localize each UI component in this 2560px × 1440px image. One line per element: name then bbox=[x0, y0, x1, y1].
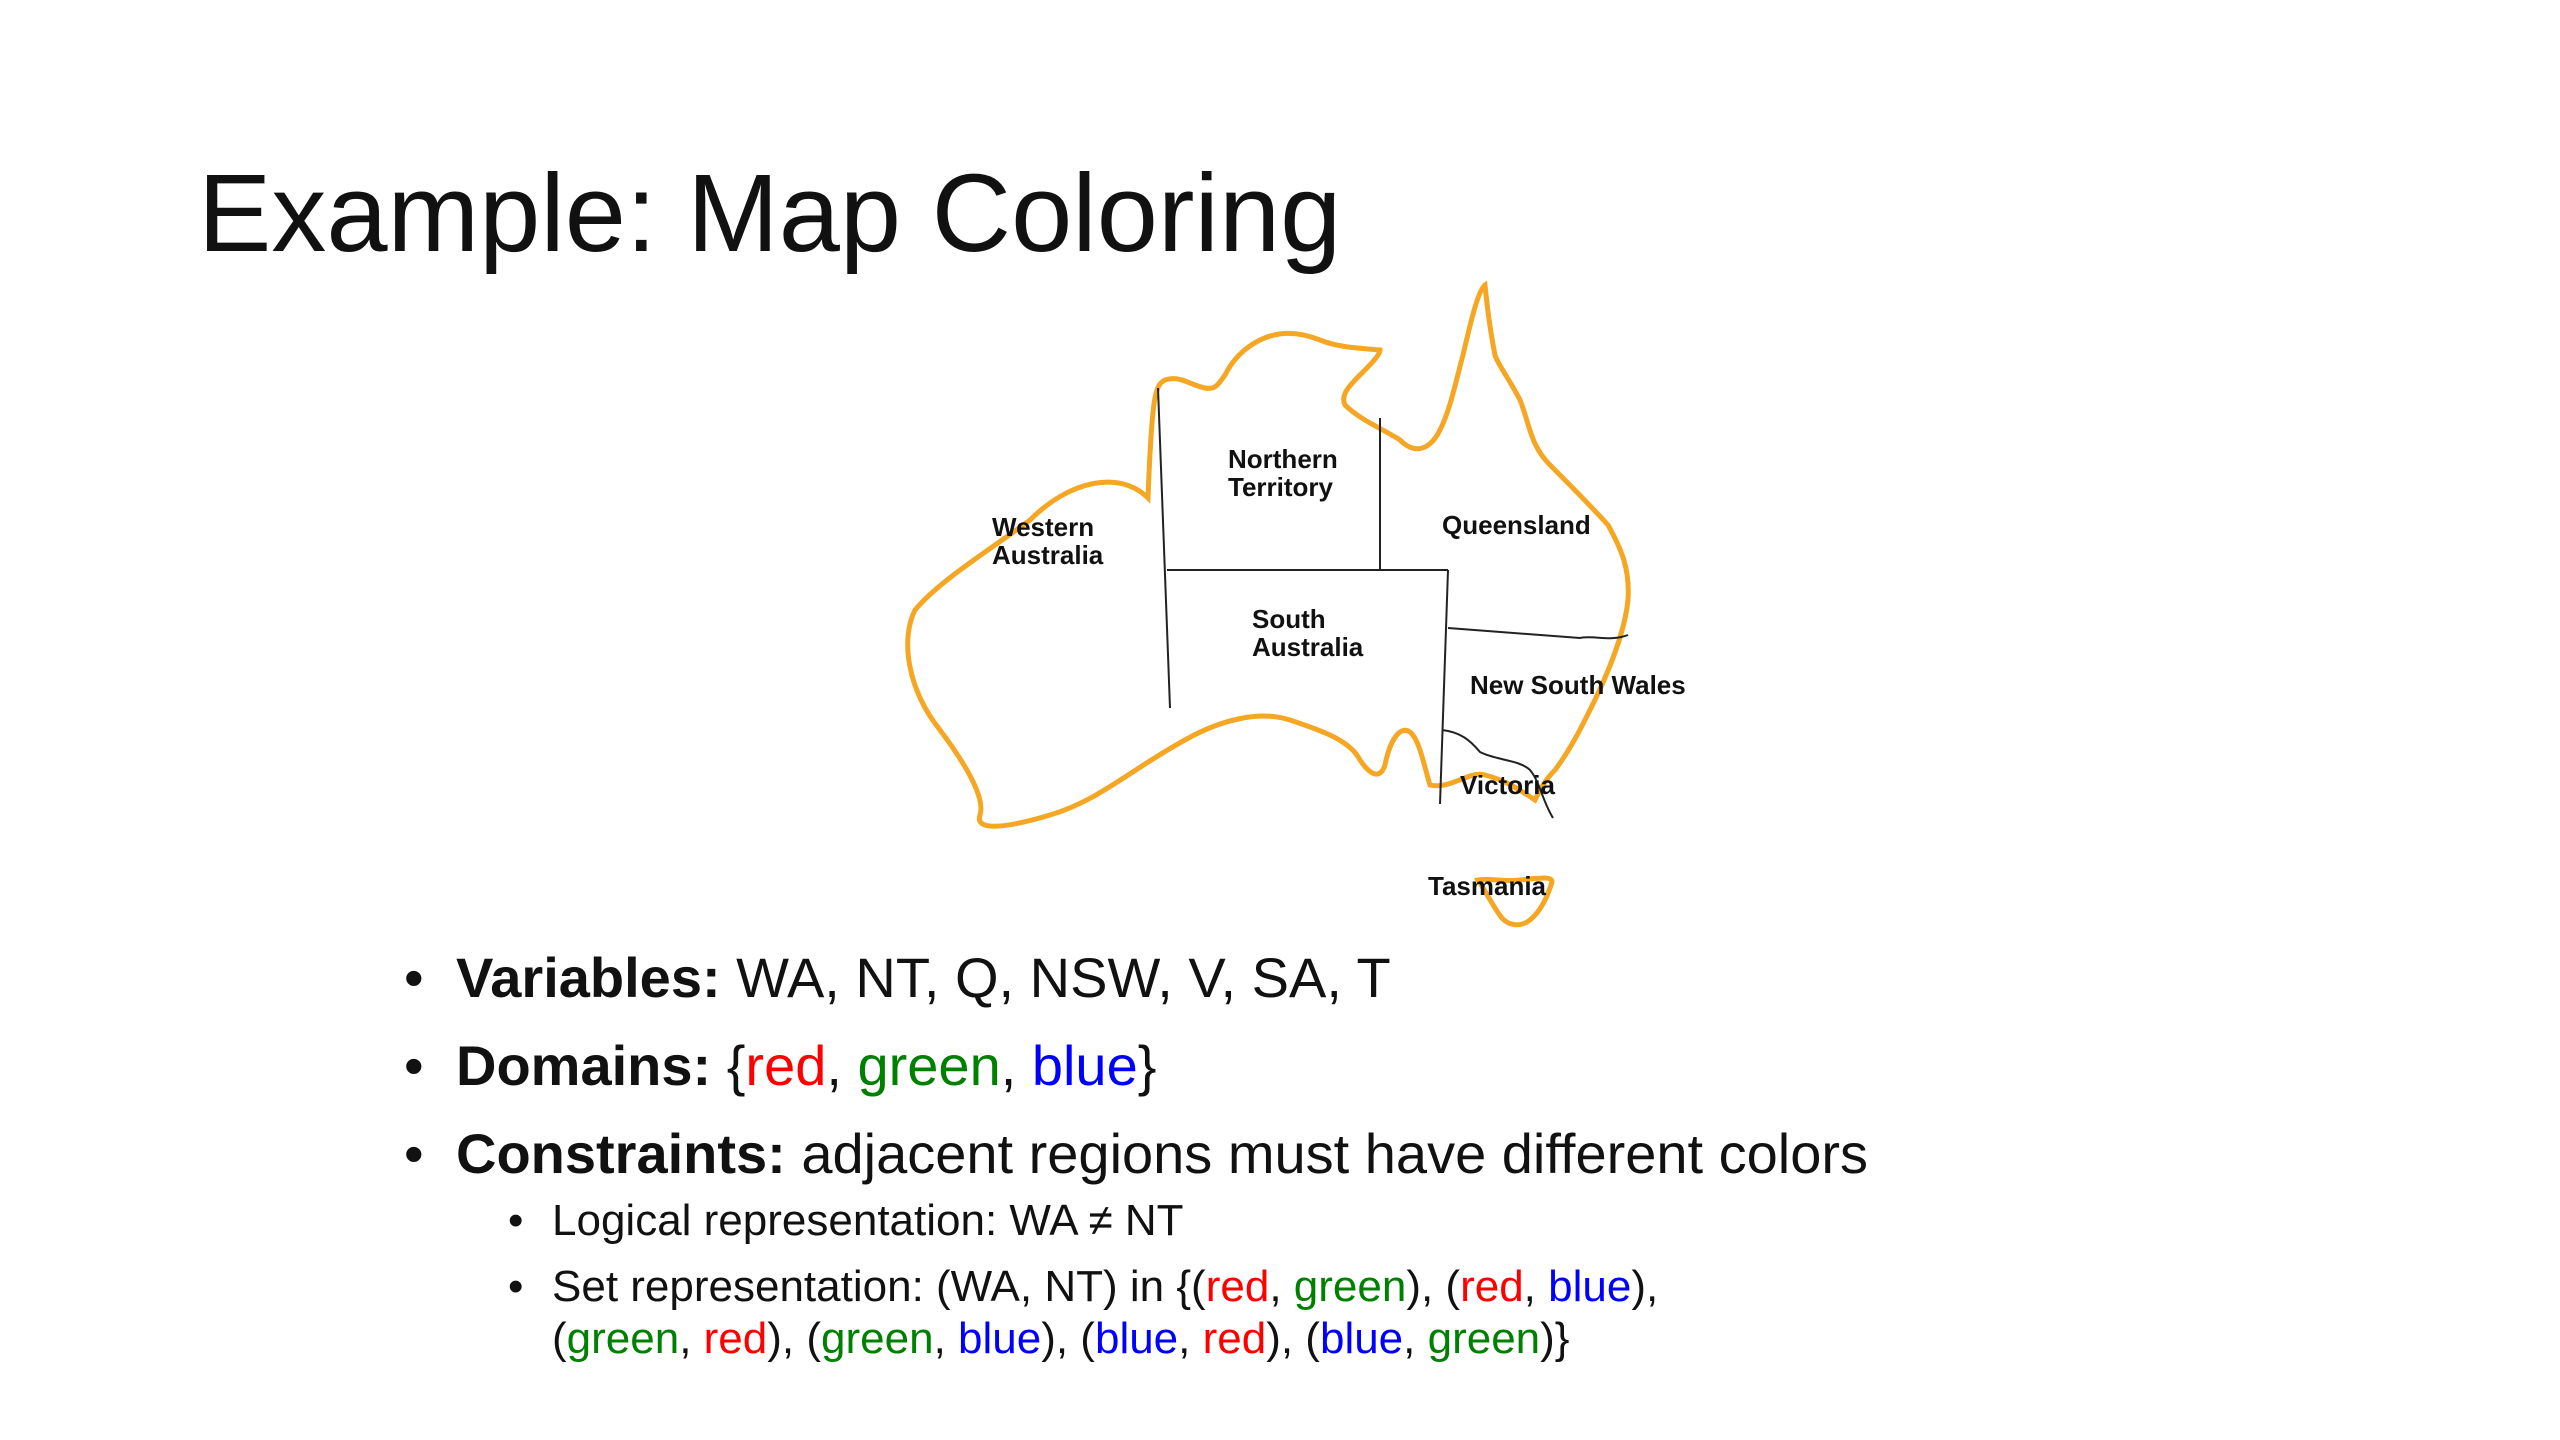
pair1-b: green bbox=[1293, 1262, 1407, 1311]
pair6-close: )} bbox=[1540, 1314, 1570, 1363]
label-queensland: Queensland bbox=[1442, 510, 1591, 540]
australia-map: Western Australia Northern Territory Que… bbox=[880, 270, 1700, 950]
domain-red: red bbox=[745, 1034, 827, 1097]
domains-close: } bbox=[1137, 1034, 1157, 1097]
constraints-text: adjacent regions must have different col… bbox=[785, 1122, 1869, 1185]
pair4-sep: , bbox=[933, 1314, 959, 1363]
label-northern-territory-line1: Northern bbox=[1228, 444, 1338, 474]
border-wa bbox=[1157, 387, 1171, 709]
label-tasmania: Tasmania bbox=[1428, 871, 1547, 901]
pair2-a: red bbox=[1460, 1262, 1524, 1311]
pair3-sep: , bbox=[679, 1314, 704, 1363]
bullet-variables: Variables: WA, NT, Q, NSW, V, SA, T bbox=[400, 945, 2400, 1011]
sub-bullet-set: Set representation: (WA, NT) in {(red, g… bbox=[500, 1261, 2400, 1365]
label-western-australia-line2: Australia bbox=[992, 540, 1104, 570]
domain-blue: blue bbox=[1031, 1034, 1138, 1097]
label-victoria: Victoria bbox=[1460, 770, 1555, 800]
sub-bullet-logical: Logical representation: WA ≠ NT bbox=[500, 1195, 2400, 1247]
set-line-2: (green, red), (green, blue), (blue, red)… bbox=[552, 1313, 2400, 1365]
pair2-b: blue bbox=[1548, 1262, 1632, 1311]
label-western-australia-line1: Western bbox=[992, 512, 1094, 542]
pair6-sep: , bbox=[1403, 1314, 1428, 1363]
bullet-list: Variables: WA, NT, Q, NSW, V, SA, T Doma… bbox=[400, 945, 2400, 1209]
pair6-a: blue bbox=[1319, 1314, 1404, 1363]
pair3-a: green bbox=[566, 1314, 680, 1363]
bullet-domains: Domains: {red, green, blue} bbox=[400, 1033, 2400, 1099]
variables-text: WA, NT, Q, NSW, V, SA, T bbox=[720, 946, 1391, 1009]
pair5-a: blue bbox=[1094, 1314, 1179, 1363]
pair4-b: blue bbox=[958, 1314, 1042, 1363]
set-line-1: Set representation: (WA, NT) in {(red, g… bbox=[552, 1261, 2400, 1313]
pair4-a: green bbox=[821, 1314, 934, 1363]
label-northern-territory-line2: Territory bbox=[1228, 472, 1334, 502]
label-new-south-wales: New South Wales bbox=[1470, 670, 1686, 700]
label-south-australia-line2: Australia bbox=[1252, 632, 1364, 662]
pair5-sep: , bbox=[1178, 1314, 1203, 1363]
line2-open: ( bbox=[552, 1314, 567, 1363]
pair1-close: ), ( bbox=[1406, 1262, 1461, 1311]
slide-title: Example: Map Coloring bbox=[198, 152, 1342, 275]
pair6-b: green bbox=[1427, 1314, 1541, 1363]
pair3-close: ), ( bbox=[767, 1314, 822, 1363]
sub-bullet-list: Logical representation: WA ≠ NT Set repr… bbox=[500, 1195, 2400, 1379]
pair5-b: red bbox=[1202, 1314, 1267, 1363]
logical-representation: Logical representation: WA ≠ NT bbox=[552, 1196, 1184, 1245]
border-sa-east bbox=[1439, 569, 1449, 805]
australia-map-svg: Western Australia Northern Territory Que… bbox=[905, 280, 1686, 928]
border-q-nsw bbox=[1447, 627, 1629, 640]
pair3-b: red bbox=[703, 1314, 768, 1363]
label-south-australia-line1: South bbox=[1252, 604, 1326, 634]
pair1-a: red bbox=[1205, 1262, 1270, 1311]
pair2-sep: , bbox=[1523, 1262, 1549, 1311]
pair5-close: ), ( bbox=[1266, 1314, 1320, 1363]
bullet-constraints: Constraints: adjacent regions must have … bbox=[400, 1121, 2400, 1187]
variables-lead: Variables: bbox=[456, 946, 721, 1009]
set-prefix: Set representation: (WA, NT) in {( bbox=[552, 1262, 1206, 1311]
domains-lead: Domains: bbox=[456, 1034, 712, 1097]
domains-sep1: , bbox=[826, 1034, 858, 1097]
constraints-lead: Constraints: bbox=[456, 1122, 786, 1185]
pair1-sep: , bbox=[1269, 1262, 1294, 1311]
pair4-close: ), ( bbox=[1041, 1314, 1095, 1363]
domain-green: green bbox=[857, 1034, 1001, 1097]
pair2-close: ), bbox=[1631, 1262, 1659, 1311]
domains-sep2: , bbox=[1000, 1034, 1032, 1097]
domains-open: { bbox=[711, 1034, 746, 1097]
